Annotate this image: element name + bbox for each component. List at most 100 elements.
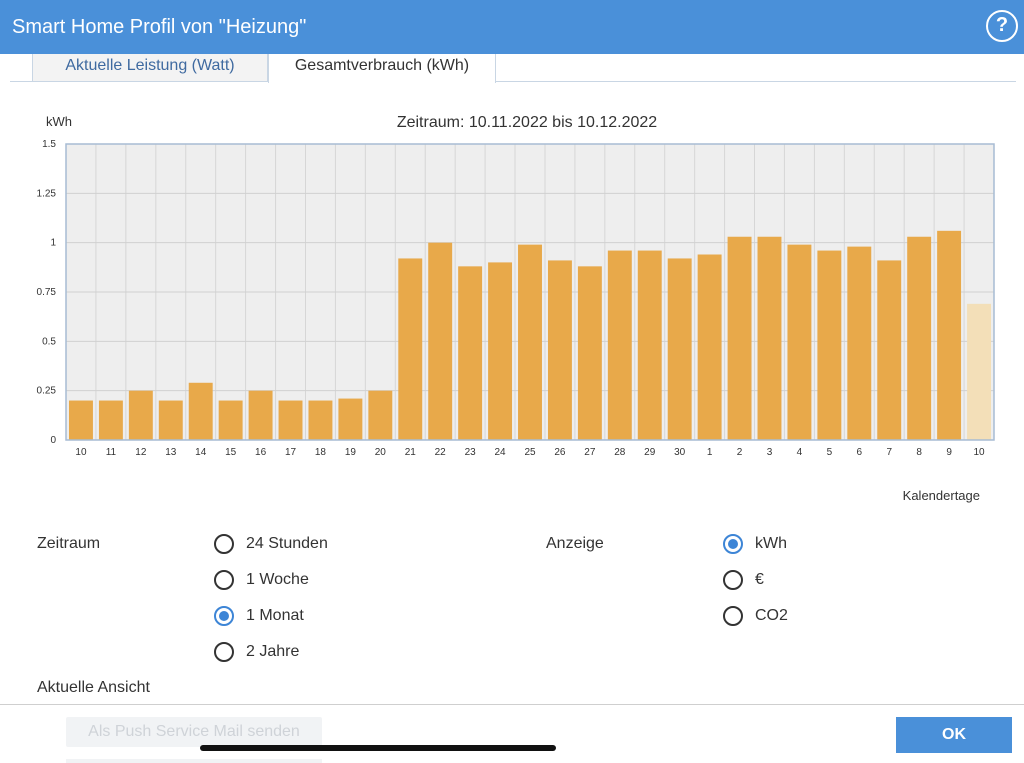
- bar-13: [458, 266, 483, 440]
- x-tick-label: 16: [255, 447, 267, 458]
- radio-circle[interactable]: [214, 642, 234, 662]
- radio-24-stunden[interactable]: 24 Stunden: [214, 532, 328, 556]
- bar-17: [577, 266, 602, 440]
- bar-4: [188, 382, 213, 440]
- x-tick-label: 28: [614, 447, 626, 458]
- x-tick-label: 22: [435, 447, 447, 458]
- radio-circle[interactable]: [723, 606, 743, 626]
- x-tick-label: 1: [707, 447, 713, 458]
- radio-circle[interactable]: [214, 606, 234, 626]
- bar-30: [967, 303, 991, 440]
- radio-1-monat[interactable]: 1 Monat: [214, 604, 304, 628]
- bar-11: [398, 258, 423, 440]
- x-tick-label: 15: [225, 447, 237, 458]
- x-tick-label: 5: [827, 447, 833, 458]
- bar-7: [278, 400, 303, 440]
- help-icon[interactable]: ?: [986, 10, 1018, 42]
- bar-10: [368, 390, 393, 440]
- y-tick-label: 0.75: [37, 287, 57, 298]
- x-tick-label: 11: [106, 447, 117, 458]
- y-tick-label: 1: [50, 238, 56, 249]
- bar-28: [907, 236, 932, 440]
- radio-label: CO2: [755, 607, 788, 624]
- push-service-mail-button[interactable]: Als Push Service Mail senden: [66, 717, 322, 747]
- y-tick-label: 1.5: [42, 139, 56, 150]
- bottom-bar: Als Push Service Mail senden OK: [0, 704, 1024, 763]
- x-tick-label: 13: [165, 447, 177, 458]
- y-tick-label: 0.5: [42, 336, 56, 347]
- y-axis-label: kWh: [46, 114, 72, 129]
- radio-2-jahre[interactable]: 2 Jahre: [214, 640, 299, 664]
- bar-6: [248, 390, 273, 440]
- radio-label: kWh: [755, 535, 787, 552]
- radio-1-woche[interactable]: 1 Woche: [214, 568, 309, 592]
- bar-25: [817, 250, 842, 440]
- radio-label: 1 Monat: [246, 607, 304, 624]
- radio-kwh[interactable]: kWh: [723, 532, 787, 556]
- x-tick-label: 14: [195, 447, 207, 458]
- bar-27: [877, 260, 902, 440]
- ok-button[interactable]: OK: [896, 717, 1012, 753]
- radio-circle[interactable]: [723, 534, 743, 554]
- bar-2: [128, 390, 153, 440]
- bar-8: [308, 400, 333, 440]
- bar-26: [847, 246, 872, 440]
- radio-euro[interactable]: €: [723, 568, 764, 592]
- radio-co2[interactable]: CO2: [723, 604, 788, 628]
- bar-18: [607, 250, 632, 440]
- x-tick-label: 17: [285, 447, 297, 458]
- radio-circle[interactable]: [723, 570, 743, 590]
- x-tick-label: 19: [345, 447, 357, 458]
- bar-23: [757, 236, 782, 440]
- x-tick-label: 10: [973, 447, 985, 458]
- bar-19: [637, 250, 662, 440]
- radio-circle[interactable]: [214, 570, 234, 590]
- zeitraum-label: Zeitraum: [37, 535, 101, 552]
- bar-16: [547, 260, 572, 440]
- x-tick-label: 21: [405, 447, 417, 458]
- bar-22: [727, 236, 752, 440]
- bar-3: [158, 400, 183, 440]
- x-tick-label: 9: [946, 447, 952, 458]
- bar-24: [787, 244, 812, 440]
- bar-21: [697, 254, 722, 440]
- radio-label: 2 Jahre: [246, 643, 300, 660]
- bar-1: [98, 400, 123, 440]
- window-title: Smart Home Profil von "Heizung": [12, 16, 307, 38]
- radio-label: 24 Stunden: [246, 535, 328, 552]
- x-tick-label: 12: [135, 447, 147, 458]
- x-tick-label: 2: [737, 447, 743, 458]
- radio-circle[interactable]: [214, 534, 234, 554]
- bar-29: [937, 230, 962, 440]
- anzeige-label: Anzeige: [546, 535, 604, 552]
- aktuelle-ansicht-label: Aktuelle Ansicht: [37, 679, 150, 696]
- tab-gesamtverbrauch[interactable]: Gesamtverbrauch (kWh): [268, 54, 496, 83]
- bar-20: [667, 258, 692, 440]
- x-tick-label: 20: [375, 447, 387, 458]
- x-tick-label: 18: [315, 447, 327, 458]
- bar-15: [518, 244, 542, 440]
- bar-9: [338, 398, 363, 440]
- secondary-button[interactable]: [66, 759, 322, 763]
- x-tick-label: 8: [916, 447, 922, 458]
- x-tick-label: 4: [797, 447, 803, 458]
- y-tick-label: 1.25: [37, 188, 57, 199]
- tab-aktuelle-leistung[interactable]: Aktuelle Leistung (Watt): [32, 54, 268, 82]
- title-bar: Smart Home Profil von "Heizung" ?: [0, 0, 1024, 54]
- chart-title: Zeitraum: 10.11.2022 bis 10.12.2022: [397, 114, 657, 131]
- y-tick-label: 0.25: [37, 386, 57, 397]
- radio-label: €: [755, 571, 764, 588]
- tab-bar: Aktuelle Leistung (Watt) Gesamtverbrauch…: [10, 54, 1016, 83]
- plot-area: 00.250.50.7511.251.510 11 12 13 14 15 16 17 18 19…: [37, 139, 995, 458]
- bar-5: [218, 400, 243, 440]
- x-tick-label: 29: [644, 447, 656, 458]
- bar-0: [69, 400, 93, 440]
- energy-bar-chart: Zeitraum: 10.11.2022 bis 10.12.2022 kWh …: [37, 114, 995, 503]
- x-axis-label: Kalendertage: [903, 488, 980, 503]
- bar-14: [488, 262, 513, 440]
- home-indicator: [200, 745, 556, 751]
- x-tick-label: 24: [495, 447, 507, 458]
- radio-label: 1 Woche: [246, 571, 309, 588]
- x-tick-label: 23: [465, 447, 477, 458]
- x-tick-label: 25: [524, 447, 536, 458]
